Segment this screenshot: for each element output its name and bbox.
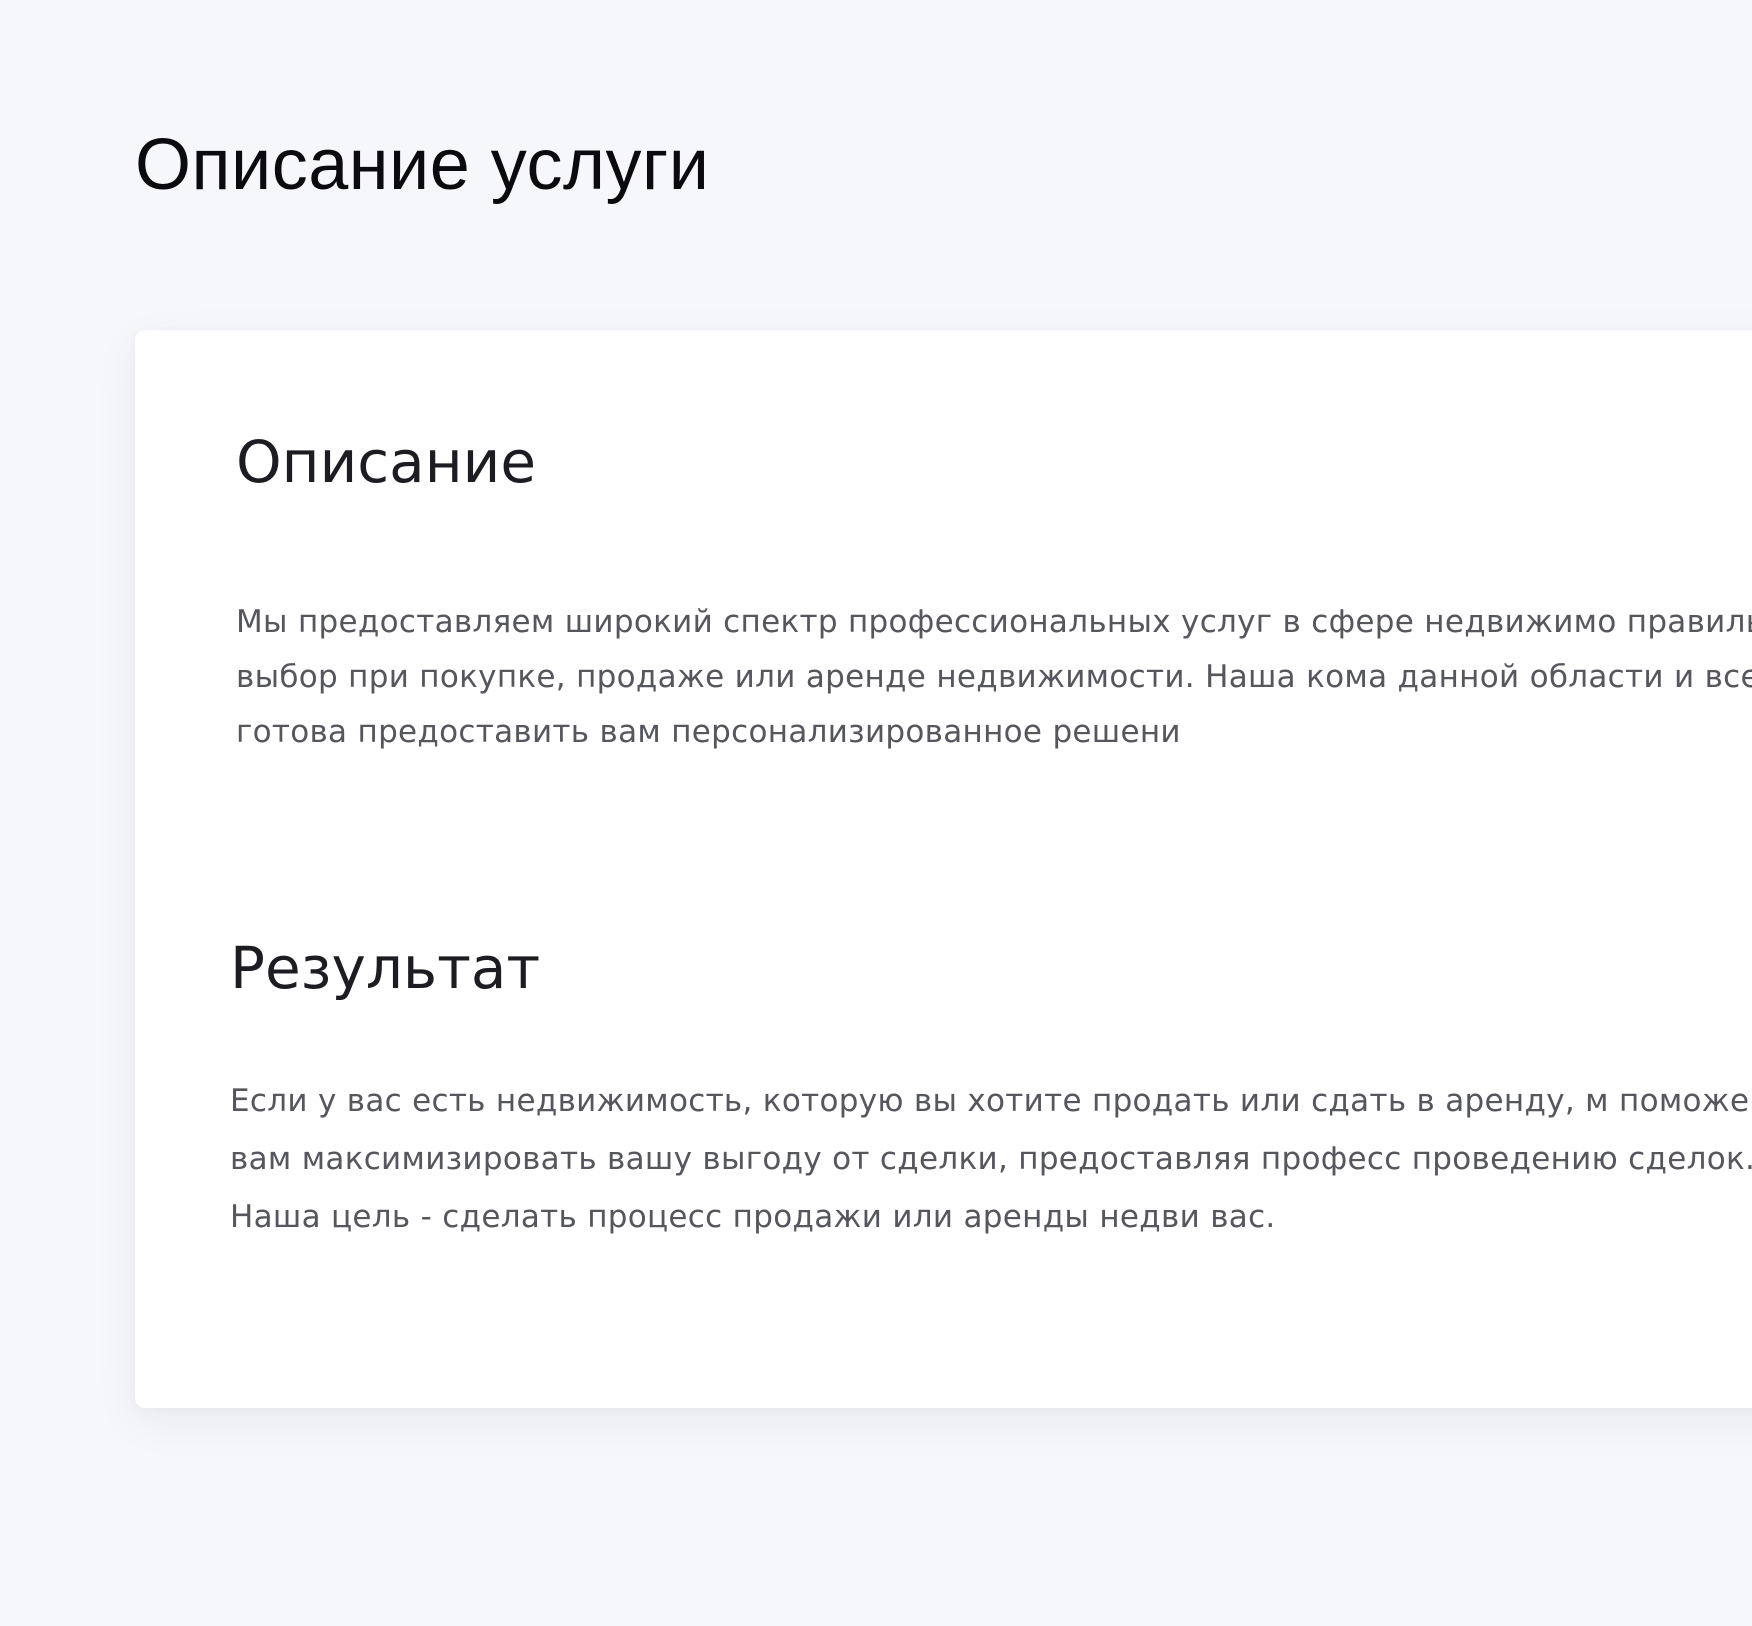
description-heading: Описание bbox=[236, 428, 536, 496]
description-text: Мы предоставляем широкий спектр професси… bbox=[236, 604, 1752, 750]
result-text: Если у вас есть недвижимость, которую вы… bbox=[230, 1083, 1752, 1235]
page-title: Описание услуги bbox=[135, 125, 710, 205]
service-card: Описание Мы предоставляем широкий спектр… bbox=[135, 330, 1752, 1408]
result-heading: Результат bbox=[230, 934, 541, 1002]
